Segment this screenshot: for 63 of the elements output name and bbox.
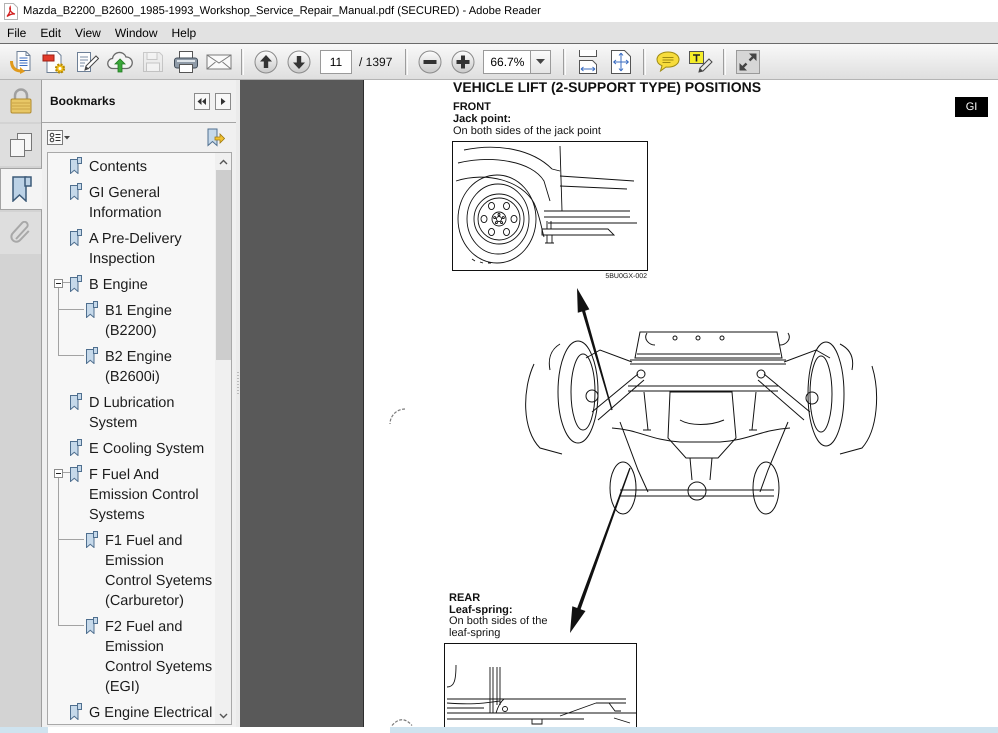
zoom-field[interactable]: 66.7% xyxy=(483,50,530,74)
paperclip-icon[interactable] xyxy=(10,221,32,245)
bookmarks-tab[interactable] xyxy=(0,168,42,210)
page-number-field[interactable]: 11 xyxy=(320,50,352,74)
bookmark-item[interactable]: B1 Engine (B2200) xyxy=(105,301,214,341)
bookmark-item[interactable]: F1 Fuel and Emission Control Syetems (Carburetor) xyxy=(105,531,214,611)
menu-item[interactable]: Help xyxy=(164,23,204,42)
bookmark-icon xyxy=(70,439,82,456)
minus-box-icon[interactable] xyxy=(54,469,63,478)
jack-point-label: Jack point: xyxy=(453,113,512,125)
bookmark-item[interactable]: G Engine Electrical xyxy=(89,703,212,723)
bookmark-item[interactable]: F2 Fuel and Emission Control Syetems (EGI) xyxy=(105,617,214,697)
menu-item[interactable]: Edit xyxy=(33,23,68,42)
bookmark-item[interactable]: GI General Information xyxy=(89,183,215,223)
instruction-text: On both sides of the jack point xyxy=(453,125,601,137)
bookmark-item[interactable]: D Lubrication System xyxy=(89,393,215,433)
list-options-icon[interactable] xyxy=(47,130,71,145)
minus-box-icon[interactable] xyxy=(54,279,63,288)
window-title: Mazda_B2200_B2600_1985-1993_Workshop_Service_Repair_Manual.pdf (SECURED) - Adobe Reader xyxy=(23,5,541,17)
menu-item[interactable]: Window xyxy=(108,23,165,42)
menu-item[interactable]: File xyxy=(0,23,34,42)
pdf-file-icon xyxy=(3,2,19,20)
bookmark-item[interactable]: Contents xyxy=(89,157,148,177)
bookmark-icon xyxy=(70,157,82,174)
bookmark-icon xyxy=(86,617,98,634)
bookmark-item[interactable]: B Engine xyxy=(89,275,148,295)
bookmark-icon xyxy=(70,393,82,410)
bookmark-icon xyxy=(70,275,82,292)
bookmark-icon xyxy=(86,347,98,364)
page-count: / 1397 xyxy=(359,54,392,68)
bookmark-icon[interactable] xyxy=(12,176,32,202)
chevron-down-icon[interactable] xyxy=(218,712,228,718)
bookmark-icon xyxy=(70,703,82,720)
panel-title: Bookmarks xyxy=(50,94,116,108)
chevron-up-icon[interactable] xyxy=(218,158,228,164)
bookmark-arrow-icon[interactable] xyxy=(207,128,225,147)
bookmark-item[interactable]: F Fuel And Emission Control Systems xyxy=(89,465,215,525)
zoom-dropdown-button[interactable] xyxy=(530,50,552,74)
page-heading: VEHICLE LIFT (2-SUPPORT TYPE) POSITIONS xyxy=(453,80,762,94)
pages-icon[interactable] xyxy=(10,133,32,157)
speech-bubble-icon[interactable] xyxy=(656,51,680,72)
page-thumbnails-tab[interactable] xyxy=(0,124,41,166)
scrollbar-thumb[interactable] xyxy=(216,170,230,360)
chapter-marker: GI xyxy=(955,97,988,117)
leaf-spring-label: Leaf-spring: xyxy=(449,604,513,616)
bookmark-icon xyxy=(70,229,82,246)
punch-hole-mark xyxy=(389,408,406,425)
menu-item[interactable]: View xyxy=(68,23,108,42)
instruction-text: On both sides of the leaf-spring xyxy=(449,616,548,639)
bookmark-item[interactable]: E Cooling System xyxy=(89,439,204,459)
bookmark-item[interactable]: A Pre-Delivery Inspection xyxy=(89,229,215,269)
bookmark-icon xyxy=(86,301,98,318)
rear-heading: REAR xyxy=(449,592,480,604)
front-heading: FRONT xyxy=(453,101,491,113)
fit-arrows-icon[interactable] xyxy=(610,50,631,74)
bookmark-icon xyxy=(70,465,82,482)
bookmark-icon xyxy=(86,531,98,548)
caret-icon xyxy=(536,59,546,64)
envelope-icon[interactable] xyxy=(206,54,232,70)
bookmark-icon xyxy=(70,183,82,200)
page-width-icon[interactable] xyxy=(576,50,599,74)
bookmark-item[interactable]: B2 Engine (B2600i) xyxy=(105,347,214,387)
punch-hole-mark xyxy=(391,717,413,726)
